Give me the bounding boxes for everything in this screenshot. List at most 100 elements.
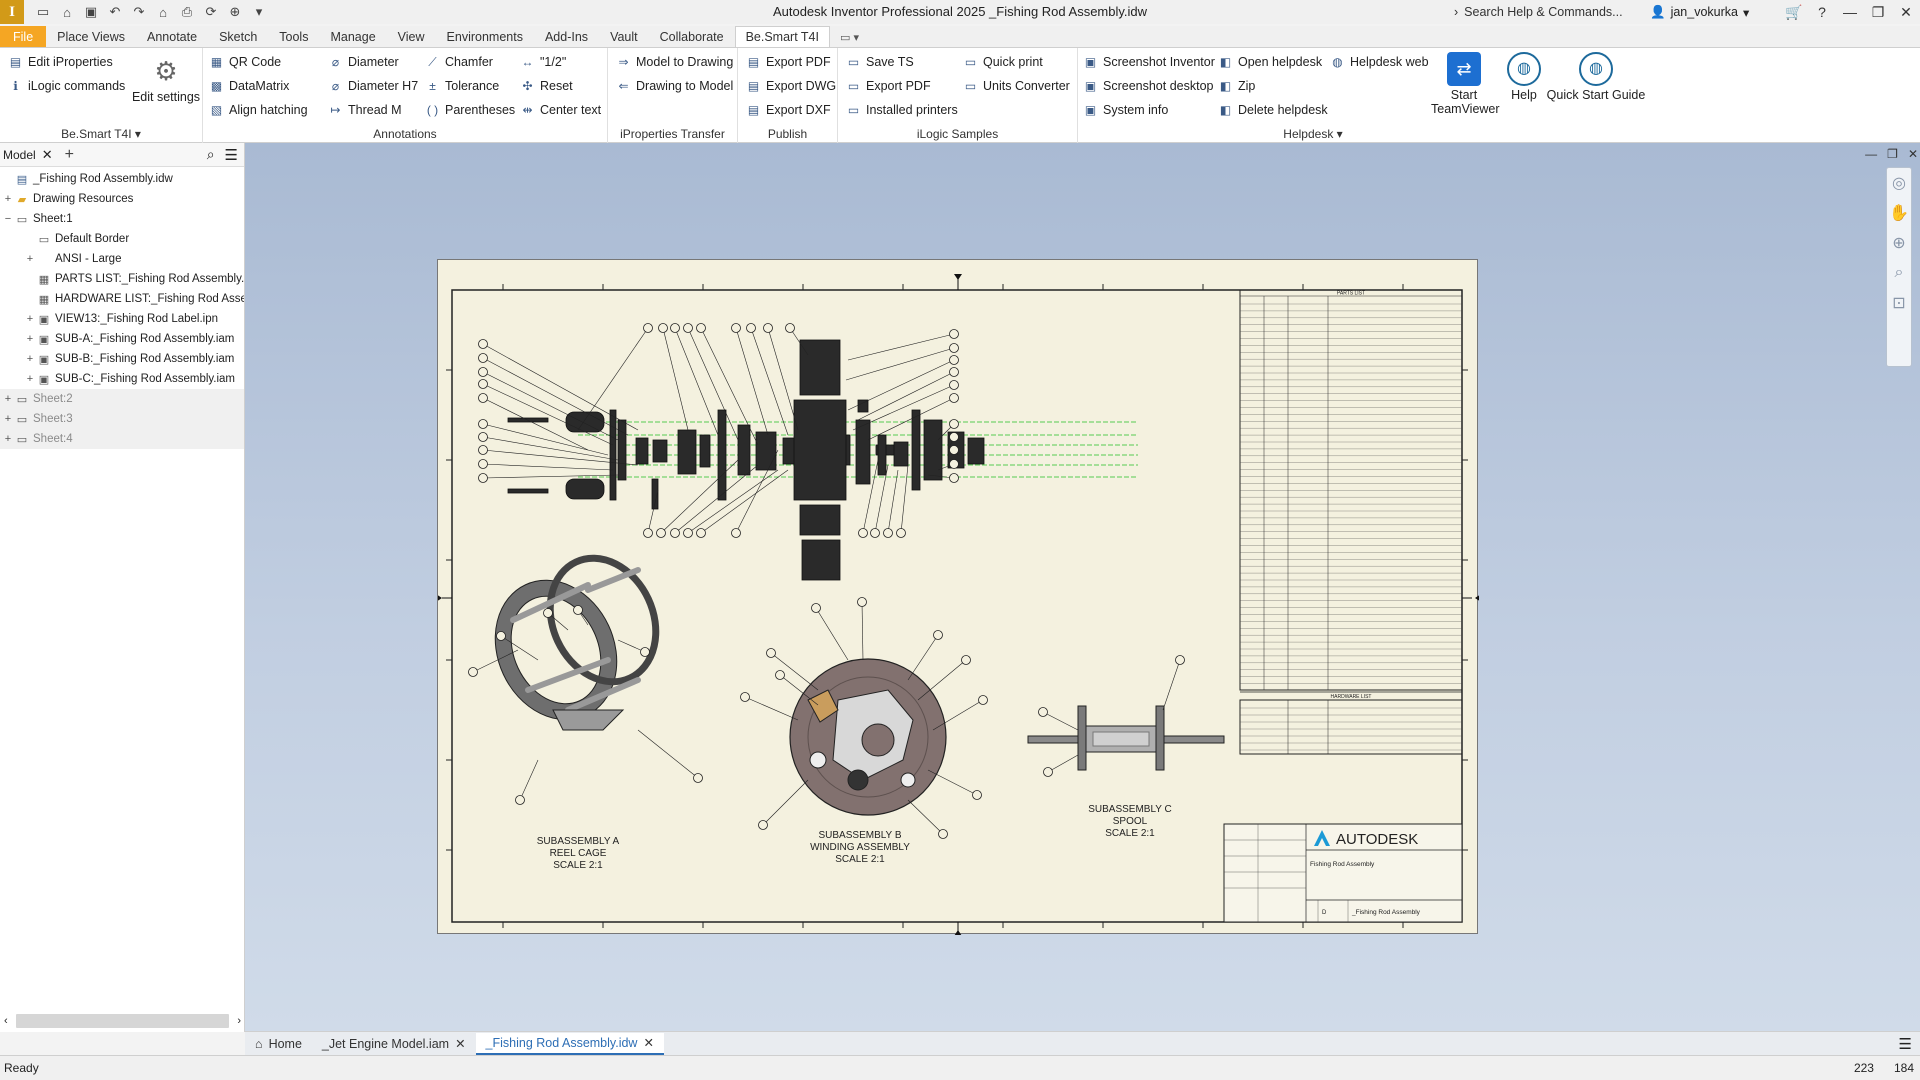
open-helpdesk-button[interactable]: ◧ Open helpdesk xyxy=(1218,52,1322,72)
view-cube-icon[interactable]: ◎ xyxy=(1887,168,1911,198)
scroll-left-icon[interactable]: ‹ xyxy=(4,1015,8,1027)
export-dxf-button[interactable]: ▤ Export DXF xyxy=(746,100,831,120)
panel-title-be-smart[interactable]: Be.Smart T4I ▾ xyxy=(0,127,202,141)
tab-view[interactable]: View xyxy=(387,26,436,48)
tree-node[interactable]: ▭ Default Border xyxy=(0,229,244,249)
close-icon[interactable]: ✕ xyxy=(643,1035,653,1050)
half-button[interactable]: ↔ "1/2" xyxy=(520,52,567,72)
search-help-box[interactable]: › Search Help & Commands... xyxy=(1454,5,1634,19)
tab-annotate[interactable]: Annotate xyxy=(136,26,208,48)
expand-toggle-icon[interactable]: + xyxy=(24,253,36,265)
measure-icon[interactable]: ⊕ xyxy=(224,1,246,23)
tree-node[interactable]: − ▭ Sheet:1 xyxy=(0,209,244,229)
ilogic-export-pdf-button[interactable]: ▭ Export PDF xyxy=(846,76,931,96)
units-converter-button[interactable]: ▭ Units Converter xyxy=(963,76,1070,96)
zoom-window-icon[interactable]: ⊡ xyxy=(1887,288,1911,318)
tab-be-smart-t4i[interactable]: Be.Smart T4I xyxy=(734,26,830,48)
tab-vault[interactable]: Vault xyxy=(599,26,649,48)
open-icon[interactable]: ⌂ xyxy=(56,1,78,23)
export-dwg-button[interactable]: ▤ Export DWG xyxy=(746,76,836,96)
tree-node[interactable]: + ▭ Sheet:2 xyxy=(0,389,244,409)
update-icon[interactable]: ⟳ xyxy=(200,1,222,23)
save-icon[interactable]: ▣ xyxy=(80,1,102,23)
expand-toggle-icon[interactable]: + xyxy=(24,373,36,385)
scroll-thumb[interactable] xyxy=(15,1014,230,1028)
expand-toggle-icon[interactable]: + xyxy=(24,333,36,345)
close-button[interactable]: ✕ xyxy=(1892,0,1920,24)
tree-node[interactable]: ▤ _Fishing Rod Assembly.idw xyxy=(0,169,244,189)
pan-icon[interactable]: ✋ xyxy=(1887,198,1911,228)
doc-tab-jet-engine[interactable]: _Jet Engine Model.iam ✕ xyxy=(312,1033,476,1055)
expand-toggle-icon[interactable]: + xyxy=(2,433,14,445)
search-icon[interactable]: ⌕ xyxy=(207,146,215,163)
tab-collaborate[interactable]: Collaborate xyxy=(649,26,735,48)
save-ts-button[interactable]: ▭ Save TS xyxy=(846,52,914,72)
browser-scrollbar[interactable]: ‹ › xyxy=(0,1010,245,1032)
tab-tools[interactable]: Tools xyxy=(268,26,319,48)
ribbon-display-toggle-icon[interactable]: ▭ ▾ xyxy=(830,26,869,48)
tree-node[interactable]: ▦ HARDWARE LIST:_Fishing Rod Assembly xyxy=(0,289,244,309)
thread-m-button[interactable]: ↦ Thread M xyxy=(328,100,401,120)
tab-sketch[interactable]: Sketch xyxy=(208,26,268,48)
doc-tab-home[interactable]: ⌂ Home xyxy=(245,1033,312,1055)
scroll-right-icon[interactable]: › xyxy=(237,1015,241,1027)
expand-toggle-icon[interactable]: + xyxy=(2,413,14,425)
print-icon[interactable]: ⎙ xyxy=(176,1,198,23)
ilogic-commands-button[interactable]: ℹ iLogic commands xyxy=(8,76,125,96)
zoom-icon[interactable]: ⊕ xyxy=(1887,228,1911,258)
export-pdf-button[interactable]: ▤ Export PDF xyxy=(746,52,831,72)
zoom-all-icon[interactable]: ⌕ xyxy=(1887,258,1911,288)
edit-iproperties-button[interactable]: ▤ Edit iProperties xyxy=(8,52,113,72)
tab-environments[interactable]: Environments xyxy=(436,26,534,48)
expand-toggle-icon[interactable]: + xyxy=(2,393,14,405)
tree-node[interactable]: + ▣ SUB-B:_Fishing Rod Assembly.iam xyxy=(0,349,244,369)
browser-tab-model[interactable]: Model ✕ xyxy=(3,147,63,163)
quick-start-guide-button[interactable]: ◍ Quick Start Guide xyxy=(1540,52,1652,102)
canvas-restore-icon[interactable]: ❐ xyxy=(1887,147,1898,161)
expand-toggle-icon[interactable]: + xyxy=(24,353,36,365)
expand-toggle-icon[interactable]: + xyxy=(24,313,36,325)
canvas-minimize-icon[interactable]: — xyxy=(1865,147,1877,161)
screenshot-inventor-button[interactable]: ▣ Screenshot Inventor xyxy=(1083,52,1215,72)
home-icon[interactable]: ⌂ xyxy=(152,1,174,23)
minimize-button[interactable]: — xyxy=(1836,0,1864,24)
edit-settings-button[interactable]: ⚙ Edit settings xyxy=(131,54,201,104)
align-hatching-button[interactable]: ▧ Align hatching xyxy=(209,100,308,120)
tolerance-button[interactable]: ± Tolerance xyxy=(425,76,499,96)
screenshot-desktop-button[interactable]: ▣ Screenshot desktop xyxy=(1083,76,1214,96)
customize-qat-icon[interactable]: ▾ xyxy=(248,1,270,23)
close-icon[interactable]: ✕ xyxy=(455,1036,465,1051)
add-browser-icon[interactable]: + xyxy=(65,146,74,164)
help-menu-icon[interactable]: ? xyxy=(1808,0,1836,24)
redo-icon[interactable]: ↷ xyxy=(128,1,150,23)
drawing-sheet[interactable]: SUBASSEMBLY A REEL CAGE SCALE 2:1 SUBASS… xyxy=(437,259,1479,935)
tree-node[interactable]: + ▰ Drawing Resources xyxy=(0,189,244,209)
tree-node[interactable]: + ▣ SUB-A:_Fishing Rod Assembly.iam xyxy=(0,329,244,349)
tab-place-views[interactable]: Place Views xyxy=(46,26,136,48)
center-text-button[interactable]: ⇹ Center text xyxy=(520,100,601,120)
user-account[interactable]: 👤 jan_vokurka ▾ xyxy=(1650,5,1770,20)
quick-print-button[interactable]: ▭ Quick print xyxy=(963,52,1043,72)
tree-node[interactable]: + ▣ VIEW13:_Fishing Rod Label.ipn xyxy=(0,309,244,329)
parentheses-button[interactable]: ( ) Parentheses xyxy=(425,100,515,120)
diameter-h7-button[interactable]: ⌀ Diameter H7 xyxy=(328,76,418,96)
close-tab-icon[interactable]: ✕ xyxy=(42,147,53,163)
tree-node[interactable]: ▦ PARTS LIST:_Fishing Rod Assembly.iam xyxy=(0,269,244,289)
zip-button[interactable]: ◧ Zip xyxy=(1218,76,1256,96)
qr-code-button[interactable]: ▦ QR Code xyxy=(209,52,281,72)
start-teamviewer-button[interactable]: ⇄ Start TeamViewer xyxy=(1426,52,1502,116)
drawing-to-model-button[interactable]: ⇐ Drawing to Model xyxy=(616,76,733,96)
expand-toggle-icon[interactable]: + xyxy=(2,193,14,205)
canvas-close-icon[interactable]: ✕ xyxy=(1908,147,1918,161)
graphics-canvas[interactable]: — ❐ ✕ SUBASSEMBLY A REEL CAGE SCALE 2:1 … xyxy=(245,143,1920,1031)
delete-helpdesk-button[interactable]: ◧ Delete helpdesk xyxy=(1218,100,1328,120)
doc-tabs-menu-icon[interactable]: ☰ xyxy=(1899,1035,1912,1053)
model-to-drawing-button[interactable]: ⇒ Model to Drawing xyxy=(616,52,733,72)
restore-button[interactable]: ❐ xyxy=(1864,0,1892,24)
tab-manage[interactable]: Manage xyxy=(319,26,386,48)
panel-title-helpdesk[interactable]: Helpdesk ▾ xyxy=(1078,127,1548,141)
tree-node[interactable]: + ▭ Sheet:3 xyxy=(0,409,244,429)
datamatrix-button[interactable]: ▩ DataMatrix xyxy=(209,76,290,96)
installed-printers-button[interactable]: ▭ Installed printers xyxy=(846,100,958,120)
undo-icon[interactable]: ↶ xyxy=(104,1,126,23)
